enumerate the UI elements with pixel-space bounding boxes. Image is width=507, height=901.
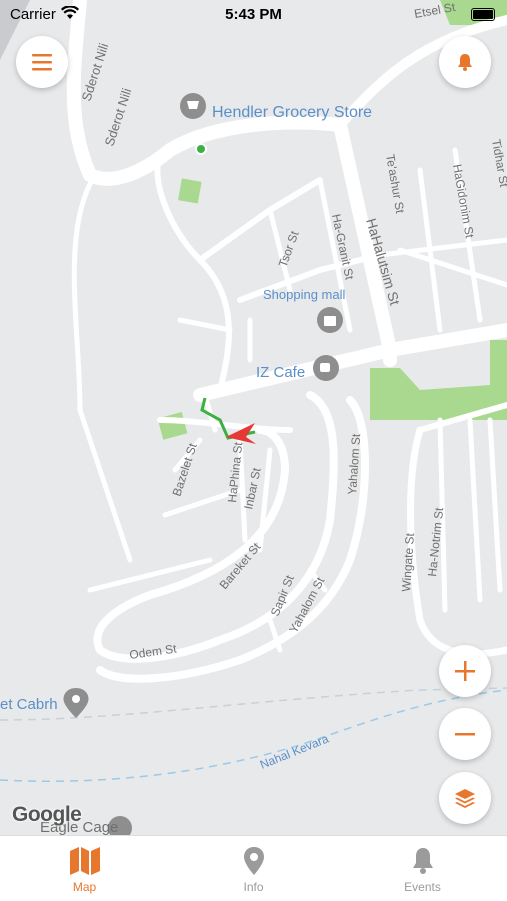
zoom-out-button[interactable] [439, 708, 491, 760]
tab-map[interactable]: Map [0, 836, 169, 901]
hamburger-icon [32, 54, 52, 71]
place-label-cabrh: et Cabrh [0, 696, 58, 713]
plus-icon [455, 661, 475, 681]
cafe-pin-icon[interactable] [313, 355, 339, 381]
layers-icon [455, 789, 475, 808]
shopping-pin-icon[interactable] [317, 307, 343, 333]
map-icon [69, 847, 100, 875]
route-start-dot [195, 143, 207, 155]
layers-button[interactable] [439, 772, 491, 824]
menu-button[interactable] [16, 36, 68, 88]
minus-icon [455, 733, 475, 736]
tab-map-label: Map [72, 880, 97, 894]
bell-icon [458, 54, 472, 71]
map-view[interactable]: Hendler Grocery Store Shopping mall IZ C… [0, 0, 507, 835]
place-label-cafe: IZ Cafe [256, 364, 305, 381]
bell-icon [412, 848, 433, 874]
grocery-pin-icon[interactable] [180, 93, 206, 119]
zoom-in-button[interactable] [439, 645, 491, 697]
place-label-grocery: Hendler Grocery Store [212, 104, 372, 121]
google-attribution: Google [12, 803, 82, 826]
notifications-button[interactable] [439, 36, 491, 88]
pin-icon [243, 847, 264, 875]
tab-info-label: Info [243, 880, 264, 894]
tab-info[interactable]: Info [169, 836, 338, 901]
tab-events-label: Events [404, 880, 441, 894]
place-label-mall: Shopping mall [263, 287, 345, 302]
status-bar: Carrier 5:43 PM [0, 0, 507, 30]
tab-bar: Map Info Events [0, 835, 507, 901]
tab-events[interactable]: Events [338, 836, 507, 901]
clock: 5:43 PM [225, 6, 282, 23]
battery-icon [471, 8, 495, 21]
